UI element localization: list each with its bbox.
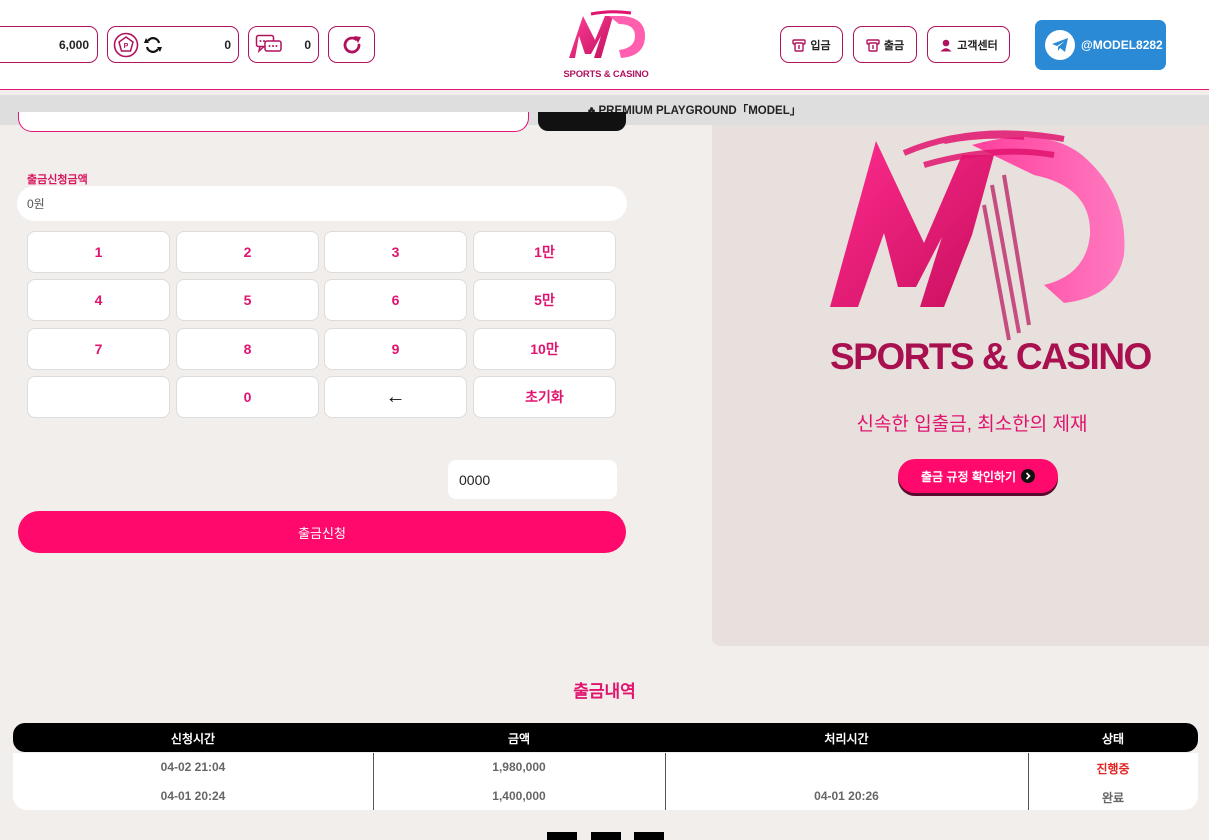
- deposit-icon: [792, 38, 807, 52]
- withdraw-rules-button[interactable]: 출금 규정 확인하기: [898, 459, 1058, 493]
- balance-display: 6,000: [0, 26, 98, 63]
- balance-value: 6,000: [58, 37, 89, 52]
- amount-input[interactable]: 0원: [17, 186, 627, 221]
- md-logo-icon: [569, 10, 645, 58]
- account-button[interactable]: [538, 112, 626, 131]
- message-count: 0: [304, 37, 311, 52]
- key-50k[interactable]: 5만: [473, 279, 616, 321]
- col-requested: 신청시간: [170, 732, 216, 746]
- md-brand-logo-icon: [830, 130, 1125, 341]
- key-8[interactable]: 8: [176, 328, 319, 370]
- logo-tagline: SPORTS & CASINO: [563, 69, 649, 80]
- amount-label: 출금신청금액: [27, 174, 88, 186]
- promo-brand: SPORTS & CASINO: [830, 336, 1152, 377]
- col-status: 상태: [1101, 732, 1125, 746]
- withdraw-label: 출금: [883, 39, 905, 52]
- cell-status: 완료: [1101, 791, 1125, 805]
- support-label: 고객센터: [957, 39, 998, 52]
- col-amount: 금액: [507, 732, 531, 746]
- key-9[interactable]: 9: [324, 328, 467, 370]
- account-input[interactable]: [18, 112, 529, 132]
- key-100k[interactable]: 10만: [473, 328, 616, 370]
- cell-status: 진행중: [1096, 762, 1130, 776]
- table-row: 04-02 21:04 1,980,000 진행중: [13, 753, 1198, 781]
- page-button-last[interactable]: [634, 832, 664, 840]
- key-2[interactable]: 2: [176, 231, 319, 273]
- amount-value: 0원: [27, 197, 45, 211]
- page-button-first[interactable]: [547, 832, 577, 840]
- key-1[interactable]: 1: [27, 231, 170, 273]
- support-button[interactable]: 고객센터: [927, 26, 1010, 63]
- telegram-button[interactable]: @MODEL8282: [1035, 20, 1166, 70]
- history-table-body: 04-02 21:04 1,980,000 진행중 04-01 20:24 1,…: [13, 753, 1198, 810]
- key-blank: [27, 376, 170, 418]
- point-badge-icon: P: [113, 32, 139, 58]
- key-6[interactable]: 6: [324, 279, 467, 321]
- message-display[interactable]: 0: [248, 26, 319, 63]
- deposit-label: 입금: [810, 39, 831, 52]
- convert-icon[interactable]: [143, 35, 163, 55]
- withdraw-icon: [866, 38, 880, 52]
- cell-processed: 04-01 20:26: [814, 789, 879, 803]
- deposit-button[interactable]: 입금: [780, 26, 843, 63]
- point-display[interactable]: P 0: [107, 26, 239, 63]
- key-7[interactable]: 7: [27, 328, 170, 370]
- history-title: 출금내역: [573, 682, 636, 701]
- history-table-header: 신청시간 금액 처리시간 상태: [13, 723, 1198, 752]
- chat-icon: [255, 34, 283, 56]
- promo-slogan: 신속한 입출금, 최소한의 제재: [856, 414, 1088, 435]
- support-icon: [939, 38, 953, 52]
- key-10k[interactable]: 1만: [473, 231, 616, 273]
- pin-input[interactable]: 0000: [448, 460, 617, 499]
- point-value: 0: [224, 37, 231, 52]
- cell-amount: 1,980,000: [492, 760, 546, 774]
- key-3[interactable]: 3: [324, 231, 467, 273]
- rules-label: 출금 규정 확인하기: [921, 469, 1016, 484]
- withdraw-submit-button[interactable]: 출금신청: [18, 511, 626, 553]
- cell-requested: 04-01 20:24: [160, 789, 226, 803]
- withdraw-button[interactable]: 출금: [853, 26, 917, 63]
- key-5[interactable]: 5: [176, 279, 319, 321]
- refresh-icon: [340, 33, 364, 57]
- telegram-icon: [1045, 30, 1075, 60]
- key-backspace[interactable]: ←: [324, 376, 467, 418]
- cell-amount: 1,400,000: [492, 789, 546, 803]
- site-logo[interactable]: SPORTS & CASINO: [556, 10, 656, 82]
- table-row: 04-01 20:24 1,400,000 04-01 20:26 완료: [13, 782, 1198, 810]
- key-0[interactable]: 0: [176, 376, 319, 418]
- cell-requested: 04-02 21:04: [160, 760, 226, 774]
- key-reset[interactable]: 초기화: [473, 376, 616, 418]
- pin-value: 0000: [459, 471, 491, 488]
- promo-panel: SPORTS & CASINO 신속한 입출금, 최소한의 제재 출금 규정 확…: [712, 125, 1209, 646]
- refresh-button[interactable]: [328, 26, 375, 63]
- telegram-handle: @MODEL8282: [1081, 38, 1163, 52]
- key-4[interactable]: 4: [27, 279, 170, 321]
- svg-text:P: P: [124, 43, 129, 50]
- col-processed: 처리시간: [824, 732, 869, 746]
- page-button-current[interactable]: [591, 832, 621, 840]
- top-header: 6,000 P 0 0 SPORTS & CASINO 입금 출금 고객센터 @…: [0, 0, 1209, 90]
- chevron-right-icon: [1021, 469, 1035, 483]
